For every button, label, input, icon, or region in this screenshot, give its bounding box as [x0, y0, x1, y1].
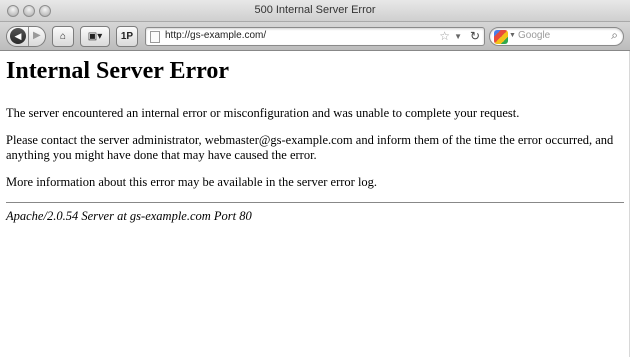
- 1password-button[interactable]: 1P: [116, 26, 138, 47]
- page-heading: Internal Server Error: [6, 58, 230, 84]
- browser-window: 500 Internal Server Error ◀ ▶ ⌂ ▣▾ 1P ht…: [0, 0, 630, 357]
- page-icon: [150, 31, 160, 43]
- google-icon[interactable]: [494, 30, 508, 44]
- browser-toolbar: ◀ ▶ ⌂ ▣▾ 1P http://gs-example.com/ ☆ ▼ ↻…: [0, 22, 630, 51]
- forward-button[interactable]: ▶: [29, 27, 45, 46]
- url-text[interactable]: http://gs-example.com/: [165, 30, 266, 41]
- nav-buttons: ◀ ▶: [6, 26, 46, 47]
- window-title: 500 Internal Server Error: [254, 4, 376, 16]
- history-dropdown-icon[interactable]: ▼: [454, 32, 462, 41]
- reload-icon[interactable]: ↻: [470, 29, 480, 43]
- server-signature: Apache/2.0.54 Server at gs-example.com P…: [6, 209, 252, 223]
- search-field[interactable]: ▼ Google ⌕: [489, 27, 624, 46]
- bookmarks-icon: ▣▾: [87, 31, 103, 42]
- home-button[interactable]: ⌂: [52, 26, 74, 47]
- home-icon: ⌂: [59, 31, 67, 42]
- title-bar: 500 Internal Server Error: [0, 0, 630, 22]
- bookmarks-button[interactable]: ▣▾: [80, 26, 110, 47]
- error-paragraph-2: Please contact the server administrator,…: [6, 133, 614, 162]
- search-engine-dropdown-icon[interactable]: ▼: [509, 32, 516, 39]
- address-bar[interactable]: http://gs-example.com/ ☆ ▼ ↻: [145, 27, 485, 46]
- divider: [6, 202, 624, 203]
- back-button[interactable]: ◀: [7, 27, 29, 46]
- bookmark-star-icon[interactable]: ☆: [439, 29, 450, 43]
- search-placeholder[interactable]: Google: [518, 30, 550, 41]
- search-icon[interactable]: ⌕: [611, 28, 618, 43]
- error-paragraph-1: The server encountered an internal error…: [6, 106, 520, 120]
- forward-arrow-icon: ▶: [33, 30, 41, 41]
- error-paragraph-3: More information about this error may be…: [6, 175, 378, 189]
- page-content: Internal Server Error The server encount…: [6, 51, 624, 224]
- back-arrow-icon: ◀: [10, 28, 26, 44]
